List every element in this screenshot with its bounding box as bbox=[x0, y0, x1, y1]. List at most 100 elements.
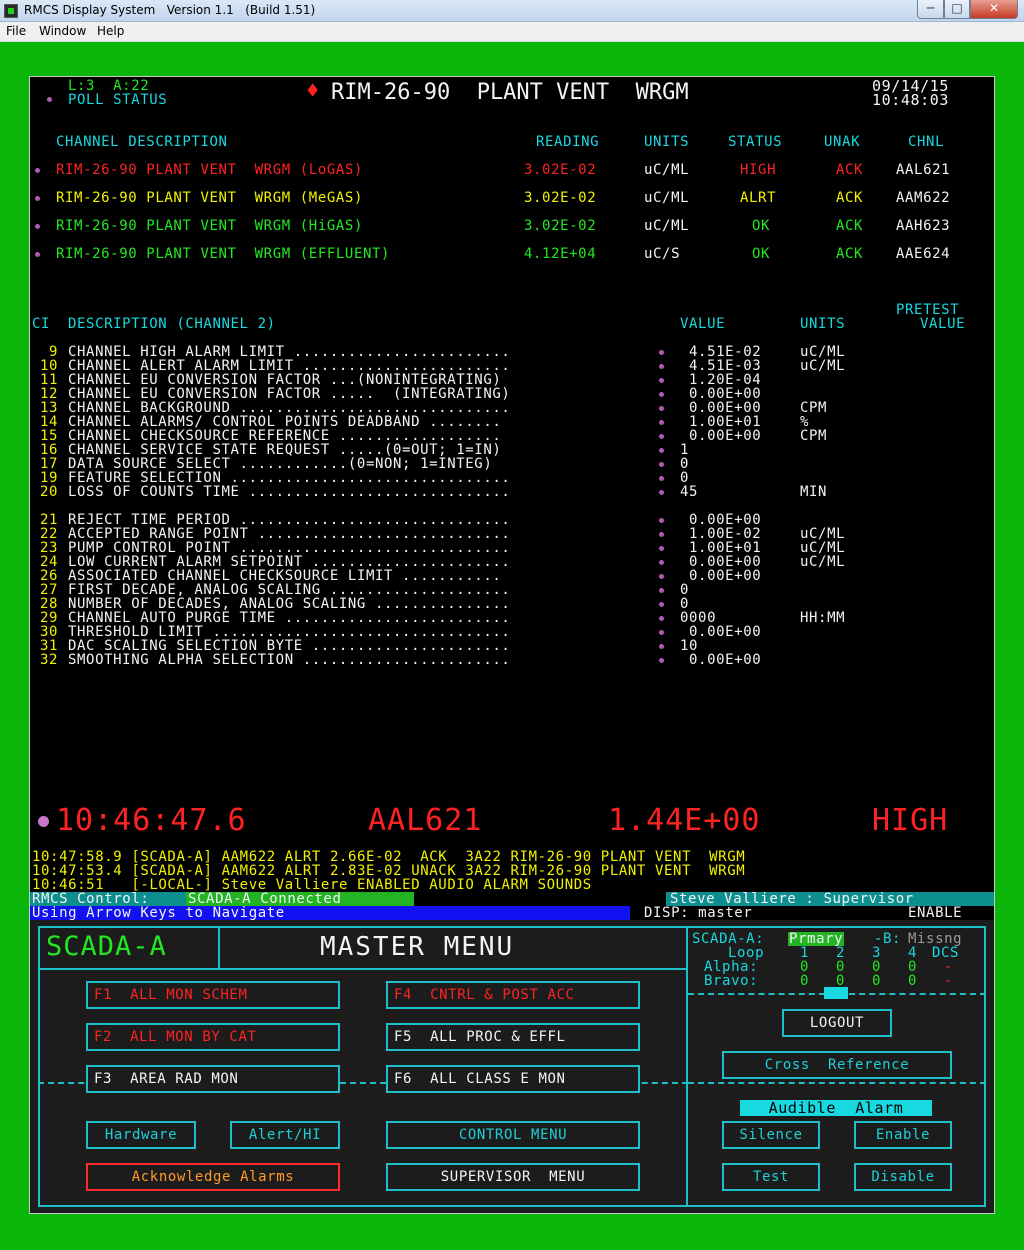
close-button[interactable]: ✕ bbox=[970, 0, 1018, 19]
window-title: RMCS Display System Version 1.1 (Build 1… bbox=[24, 3, 316, 17]
ci-number: 27 bbox=[39, 582, 58, 598]
channel-unak: ACK bbox=[836, 190, 864, 206]
navigation-status-bar: Using Arrow Keys to Navigate DISP: maste… bbox=[30, 906, 994, 920]
ci-description: CHANNEL EU CONVERSION FACTOR ..... (INTE… bbox=[68, 386, 511, 402]
alarm-value: 1.44E+00 bbox=[608, 803, 761, 838]
ci-value: 0000 bbox=[680, 610, 717, 626]
ci-number: 9 bbox=[48, 344, 58, 360]
ci-units: MIN bbox=[800, 484, 828, 500]
ci-value: 0 bbox=[680, 596, 690, 612]
bravo-label: Bravo: bbox=[704, 973, 759, 989]
f1-all-mon-schem-button[interactable]: F1 ALL MON SCHEM bbox=[86, 981, 340, 1009]
current-user: Steve Valliere : Supervisor bbox=[670, 891, 914, 907]
ci-row-dot bbox=[659, 392, 664, 397]
enable-button[interactable]: Enable bbox=[854, 1121, 952, 1149]
ci-value: 4.51E-03 bbox=[680, 358, 762, 374]
bravo-loop-value: 0 bbox=[836, 973, 846, 989]
dcs-label: DCS bbox=[932, 945, 960, 961]
ci-row-dot bbox=[659, 532, 664, 537]
alpha-label: Alpha: bbox=[704, 959, 759, 975]
title-bar[interactable]: RMCS Display System Version 1.1 (Build 1… bbox=[0, 0, 1024, 22]
alpha-loop-value: 0 bbox=[800, 959, 810, 975]
hardware-button[interactable]: Hardware bbox=[86, 1121, 196, 1149]
alarm-indicator-dot bbox=[38, 816, 49, 827]
channel-units: uC/ML bbox=[644, 218, 690, 234]
f2-all-mon-by-cat-button[interactable]: F2 ALL MON BY CAT bbox=[86, 1023, 340, 1051]
channel-unak: ACK bbox=[836, 162, 864, 178]
channel-status: HIGH bbox=[740, 162, 777, 178]
ci-number: 28 bbox=[39, 596, 58, 612]
ci-value: 0.00E+00 bbox=[680, 386, 762, 402]
logout-button[interactable]: LOGOUT bbox=[782, 1009, 892, 1037]
ci-number: 11 bbox=[39, 372, 58, 388]
ci-number: 23 bbox=[39, 540, 58, 556]
ci-description: LOW CURRENT ALARM SETPOINT .............… bbox=[68, 554, 511, 570]
acknowledge-alarms-button[interactable]: Acknowledge Alarms bbox=[86, 1163, 340, 1191]
f5-all-proc-effl-button[interactable]: F5 ALL PROC & EFFL bbox=[386, 1023, 640, 1051]
ci-number: 29 bbox=[39, 610, 58, 626]
col-pretest: PRETEST bbox=[896, 302, 960, 318]
channel-units: uC/ML bbox=[644, 190, 690, 206]
bravo-loop-value: - bbox=[944, 973, 954, 989]
ci-number: 26 bbox=[39, 568, 58, 584]
ci-number: 12 bbox=[39, 386, 58, 402]
menu-help[interactable]: Help bbox=[97, 24, 124, 38]
col-unak: UNAK bbox=[824, 134, 861, 150]
channel-id: AAL621 bbox=[896, 162, 951, 178]
control-menu-button[interactable]: CONTROL MENU bbox=[386, 1121, 640, 1149]
row-marker-dot bbox=[35, 224, 40, 229]
navigation-hint: Using Arrow Keys to Navigate bbox=[32, 905, 285, 921]
channel-id: AAM622 bbox=[896, 190, 951, 206]
ci-number: 16 bbox=[39, 442, 58, 458]
alert-hi-button[interactable]: Alert/HI bbox=[230, 1121, 340, 1149]
channel-reading: 4.12E+04 bbox=[524, 246, 597, 262]
alarm-time: 10:46:47.6 bbox=[56, 803, 247, 838]
f4-cntrl-post-acc-button[interactable]: F4 CNTRL & POST ACC bbox=[386, 981, 640, 1009]
ci-number: 32 bbox=[39, 652, 58, 668]
ci-number: 17 bbox=[39, 456, 58, 472]
ci-value: 1 bbox=[680, 442, 690, 458]
channel-reading: 3.02E-02 bbox=[524, 218, 597, 234]
ci-description: ACCEPTED RANGE POINT ...................… bbox=[68, 526, 511, 542]
ci-value: 0.00E+00 bbox=[680, 554, 762, 570]
supervisor-menu-button[interactable]: SUPERVISOR MENU bbox=[386, 1163, 640, 1191]
ci-units: uC/ML bbox=[800, 540, 846, 556]
ci-row-dot bbox=[659, 616, 664, 621]
loop-col-3: 3 bbox=[872, 945, 882, 961]
f3-area-rad-mon-button[interactable]: F3 AREA RAD MON bbox=[86, 1065, 340, 1093]
loop-col-2: 2 bbox=[836, 945, 846, 961]
alarm-status: HIGH bbox=[872, 803, 949, 838]
minimize-button[interactable]: ─ bbox=[917, 0, 944, 19]
alarm-channel: AAL621 bbox=[368, 803, 483, 838]
ci-description: NUMBER OF DECADES, ANALOG SCALING ......… bbox=[68, 596, 511, 612]
cross-reference-button[interactable]: Cross Reference bbox=[722, 1051, 952, 1079]
ci-number: 24 bbox=[39, 554, 58, 570]
ci-row-dot bbox=[659, 364, 664, 369]
channel-name: RIM-26-90 PLANT VENT WRGM (MeGAS) bbox=[56, 190, 363, 206]
ci-value: 0 bbox=[680, 456, 690, 472]
ci-number: 30 bbox=[39, 624, 58, 640]
disable-button[interactable]: Disable bbox=[854, 1163, 952, 1191]
ci-value: 0.00E+00 bbox=[680, 568, 762, 584]
test-button[interactable]: Test bbox=[722, 1163, 820, 1191]
channel-status: OK bbox=[752, 218, 771, 234]
ci-description: REJECT TIME PERIOD .....................… bbox=[68, 512, 511, 528]
master-menu-title: MASTER MENU bbox=[320, 932, 515, 962]
ci-description: CHANNEL AUTO PURGE TIME ................… bbox=[68, 610, 511, 626]
menu-window[interactable]: Window bbox=[39, 24, 86, 38]
ci-description: FIRST DECADE, ANALOG SCALING ...........… bbox=[68, 582, 511, 598]
maximize-button[interactable]: □ bbox=[944, 0, 970, 19]
silence-button[interactable]: Silence bbox=[722, 1121, 820, 1149]
loop-col-4: 4 bbox=[908, 945, 918, 961]
f6-all-class-e-mon-button[interactable]: F6 ALL CLASS E MON bbox=[386, 1065, 640, 1093]
alpha-loop-value: 0 bbox=[908, 959, 918, 975]
ci-number: 21 bbox=[39, 512, 58, 528]
ci-description: PUMP CONTROL POINT .....................… bbox=[68, 540, 511, 556]
ci-row-dot bbox=[659, 448, 664, 453]
ci-number: 20 bbox=[39, 484, 58, 500]
row-marker-dot bbox=[35, 196, 40, 201]
channel-reading: 3.02E-02 bbox=[524, 162, 597, 178]
bravo-loop-value: 0 bbox=[800, 973, 810, 989]
menu-file[interactable]: File bbox=[6, 24, 26, 38]
ci-units: uC/ML bbox=[800, 526, 846, 542]
